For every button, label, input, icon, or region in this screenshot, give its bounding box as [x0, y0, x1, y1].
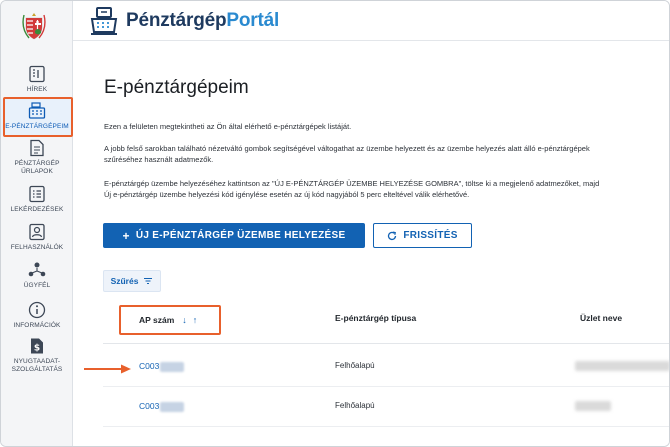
- sidebar-item-label: ÜGYFÉL: [23, 282, 51, 289]
- logo-text-part1: Pénztárgép: [126, 10, 227, 31]
- sidebar-item-label: LEKÉRDEZÉSEK: [10, 206, 64, 213]
- sidebar-item-label: HÍREK: [26, 86, 48, 93]
- refresh-button-label: FRISSÍTÉS: [403, 230, 458, 241]
- sidebar-item-users[interactable]: FELHASZNÁLÓK: [1, 223, 73, 252]
- cash-register-type: Felhőalapú: [335, 401, 375, 410]
- news-icon: [29, 65, 45, 83]
- svg-text:$: $: [34, 344, 40, 354]
- new-button-label: ÚJ E-PÉNZTÁRGÉP ÜZEMBE HELYEZÉSE: [135, 230, 346, 241]
- row-divider: [103, 426, 669, 427]
- intro-paragraph-3: E-pénztárgép üzembe helyezéséhez kattint…: [104, 178, 659, 200]
- sidebar-item-information[interactable]: INFORMÁCIÓK: [1, 301, 73, 330]
- table-header-divider: [103, 343, 669, 344]
- app-window: HÍREK E-PÉNZTÁRGÉPEIM PÉNZTÁRGÉP ŰRLAPOK: [0, 0, 670, 447]
- annotation-arrow-icon: [84, 364, 131, 374]
- page-title: E-pénztárgépeim: [104, 77, 249, 98]
- sidebar-item-client[interactable]: ÜGYFÉL: [1, 261, 73, 290]
- cash-register-logo-icon[interactable]: [88, 5, 120, 37]
- sidebar-item-receipt-data-service[interactable]: $ NYUGTAADAT- SZOLGÁLTATÁS: [1, 337, 73, 374]
- filter-button-label: Szűrés: [110, 276, 139, 286]
- sidebar-item-label-line1: PÉNZTÁRGÉP: [14, 160, 60, 167]
- redacted-id: [160, 361, 185, 372]
- sidebar-item-label-line2: SZOLGÁLTATÁS: [11, 366, 63, 373]
- sidebar-item-queries[interactable]: LEKÉRDEZÉSEK: [1, 185, 73, 214]
- intro-paragraph-3-line1: E-pénztárgép üzembe helyezéséhez kattint…: [104, 179, 600, 188]
- top-header: PénztárgépPortál: [73, 1, 669, 41]
- sidebar-item-label-line2: ŰRLAPOK: [21, 168, 53, 175]
- form-document-icon: [30, 139, 44, 157]
- sidebar-item-label: FELHASZNÁLÓK: [10, 244, 64, 251]
- column-header-label: AP szám: [139, 315, 175, 325]
- receipt-dollar-icon: $: [31, 338, 43, 354]
- redacted-id: [160, 401, 185, 412]
- intro-paragraph-2-line1: A jobb felső sarokban található nézetvál…: [104, 144, 590, 153]
- intro-paragraph-1: Ezen a felületen megtekintheti az Ön ált…: [104, 122, 352, 131]
- intro-paragraph-2: A jobb felső sarokban található nézetvál…: [104, 143, 659, 165]
- column-header-type[interactable]: E-pénztárgép típusa: [335, 313, 416, 323]
- table-row[interactable]: C003 Felhőalapú: [103, 387, 669, 427]
- info-icon: [28, 301, 46, 319]
- intro-paragraph-2-line2: szűréséhez használt adatmezők.: [104, 155, 214, 164]
- redacted-shop-name: [575, 401, 611, 411]
- user-card-icon: [29, 223, 45, 241]
- sidebar: HÍREK E-PÉNZTÁRGÉPEIM PÉNZTÁRGÉP ŰRLAPOK: [1, 1, 73, 446]
- highlight-box: [3, 97, 73, 137]
- ap-number-text: C003: [139, 361, 160, 371]
- column-header-ap-number[interactable]: AP szám ↓ ↑: [119, 305, 221, 335]
- ap-number-link[interactable]: C003: [139, 401, 185, 412]
- refresh-icon: [388, 231, 397, 240]
- sidebar-item-forms[interactable]: PÉNZTÁRGÉP ŰRLAPOK: [1, 139, 73, 176]
- sort-descending-icon[interactable]: ↓: [182, 315, 187, 325]
- ap-number-link[interactable]: C003: [139, 361, 185, 372]
- filter-icon: [144, 277, 153, 285]
- ap-number-text: C003: [139, 401, 160, 411]
- refresh-button[interactable]: FRISSÍTÉS: [373, 223, 472, 248]
- sidebar-item-news[interactable]: HÍREK: [1, 65, 73, 94]
- intro-paragraph-3-line2: Új e-pénztárgép üzembe helyezési kód igé…: [104, 190, 470, 199]
- sidebar-item-label-line1: NYUGTAADAT-: [13, 358, 61, 365]
- list-icon: [29, 185, 45, 203]
- redacted-shop-name: [575, 361, 669, 371]
- sidebar-item-label: INFORMÁCIÓK: [13, 322, 61, 329]
- client-network-icon: [28, 262, 46, 277]
- column-header-shop-name[interactable]: Üzlet neve: [580, 313, 622, 323]
- hungarian-crest-icon: [22, 13, 46, 40]
- main-content: E-pénztárgépeim Ezen a felületen megteki…: [73, 41, 669, 446]
- table-row[interactable]: C003 Felhőalapú: [103, 347, 669, 387]
- portal-logo[interactable]: PénztárgépPortál: [126, 10, 279, 32]
- logo-text-part2: Portál: [226, 10, 280, 31]
- filter-button[interactable]: Szűrés: [103, 270, 161, 292]
- new-e-cash-register-button[interactable]: + ÚJ E-PÉNZTÁRGÉP ÜZEMBE HELYEZÉSE: [103, 223, 365, 248]
- plus-icon: +: [122, 228, 130, 243]
- cash-register-type: Felhőalapú: [335, 361, 375, 370]
- sort-ascending-icon[interactable]: ↑: [193, 315, 198, 325]
